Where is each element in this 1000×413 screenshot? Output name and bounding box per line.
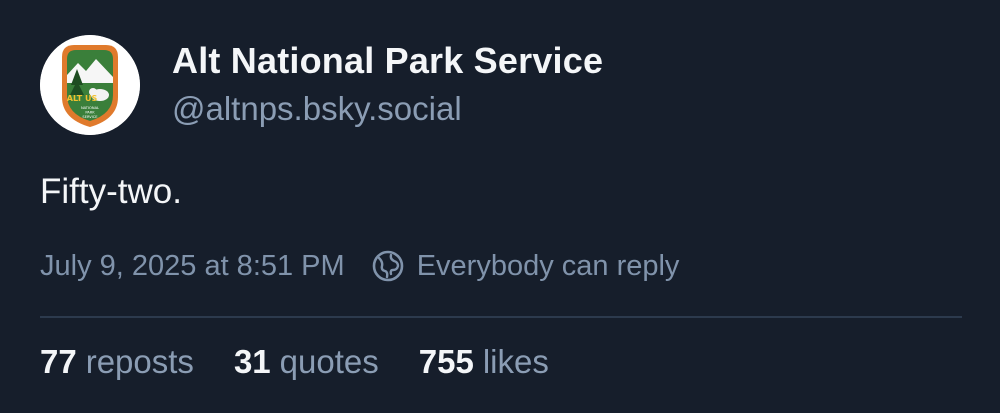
svg-text:SERVICE: SERVICE	[82, 115, 98, 119]
divider	[40, 316, 962, 318]
quotes-count: 31	[233, 343, 271, 380]
avatar-logo-text: ALT US	[67, 94, 98, 103]
svg-text:NATIONAL: NATIONAL	[81, 106, 99, 110]
likes-stat[interactable]: 755 likes	[419, 343, 549, 381]
post-card: ALT US NATIONAL PARK SERVICE Alt Nationa…	[0, 0, 1000, 413]
post-meta: July 9, 2025 at 8:51 PM Everybody can re…	[40, 248, 679, 284]
likes-label: likes	[482, 343, 549, 380]
author-display-name[interactable]: Alt National Park Service	[172, 40, 603, 82]
reply-setting[interactable]: Everybody can reply	[417, 250, 680, 283]
reposts-stat[interactable]: 77 reposts	[40, 343, 194, 381]
reposts-count: 77	[40, 343, 77, 380]
globe-icon	[371, 249, 405, 283]
author-avatar[interactable]: ALT US NATIONAL PARK SERVICE	[40, 35, 140, 135]
post-timestamp[interactable]: July 9, 2025 at 8:51 PM	[40, 250, 345, 283]
author-handle[interactable]: @altnps.bsky.social	[172, 90, 462, 128]
post-stats: 77 reposts 31 quotes 755 likes	[40, 343, 589, 381]
svg-text:PARK: PARK	[85, 111, 95, 115]
reposts-label: reposts	[85, 343, 194, 380]
quotes-stat[interactable]: 31 quotes	[234, 343, 379, 381]
alt-nps-logo-icon: ALT US NATIONAL PARK SERVICE	[40, 35, 140, 135]
likes-count: 755	[418, 343, 474, 380]
quotes-label: quotes	[279, 343, 379, 380]
post-body-text: Fifty-two.	[40, 172, 182, 211]
